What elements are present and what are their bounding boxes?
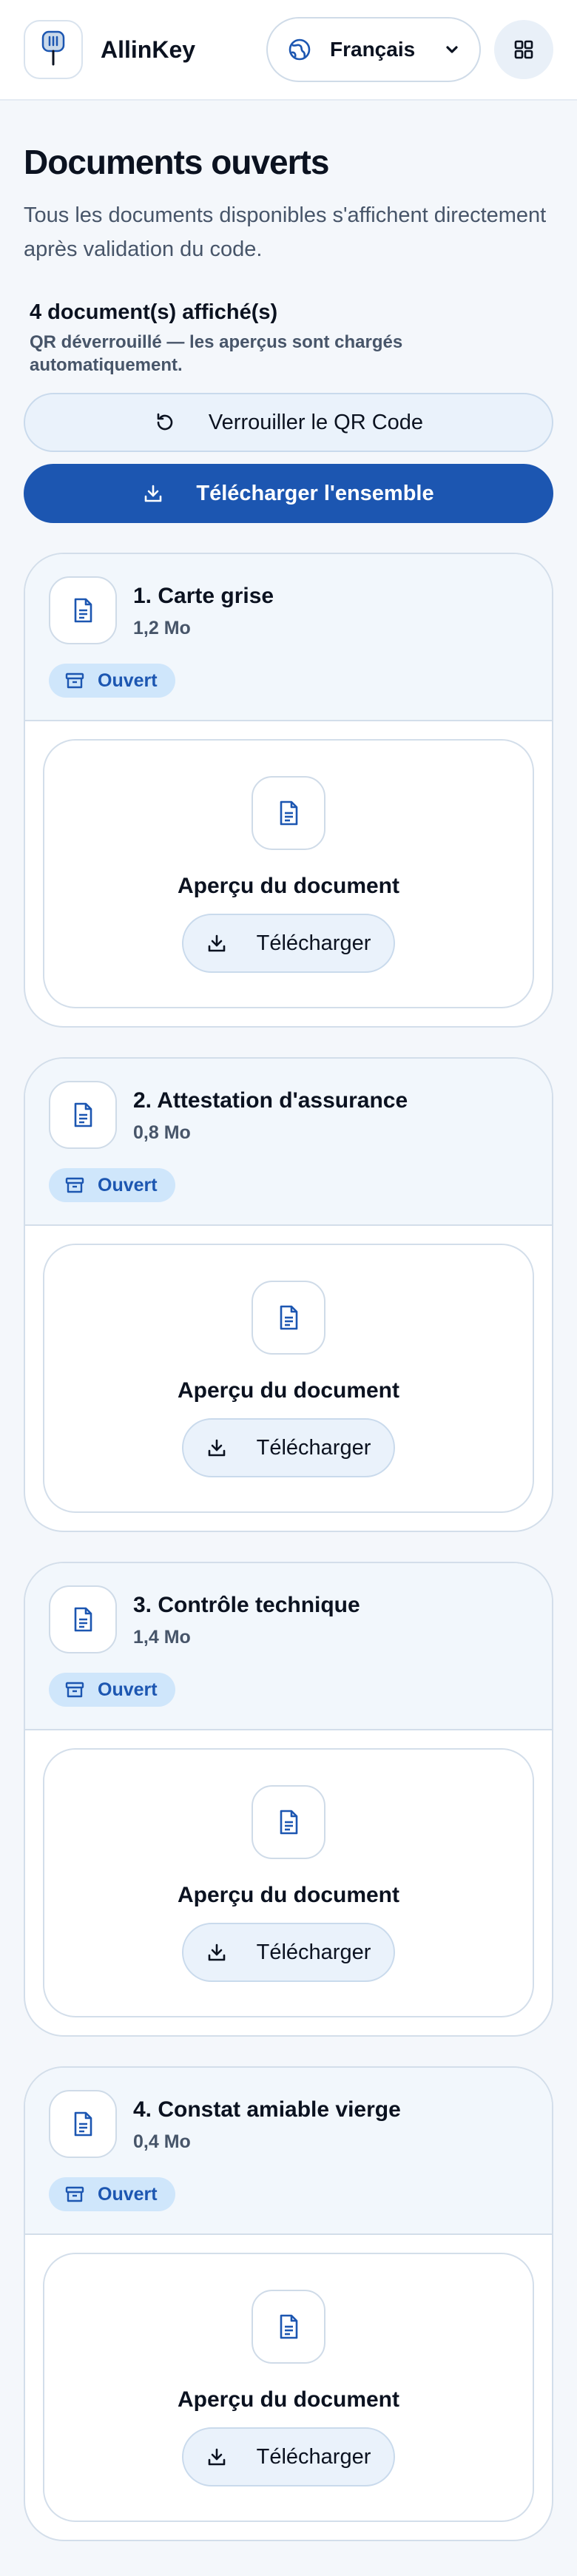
document-card: 3. Contrôle technique 1,4 Mo Ouvert Aper… (24, 1562, 553, 2037)
document-title: 3. Contrôle technique (133, 1593, 360, 1617)
file-icon-box (49, 576, 117, 644)
file-text-icon (71, 597, 95, 624)
grid-icon (513, 38, 535, 61)
document-title: 4. Constat amiable vierge (133, 2097, 401, 2122)
status-badge: Ouvert (49, 1673, 175, 1707)
lock-qr-button[interactable]: Verrouiller le QR Code (24, 393, 553, 452)
preview-label: Aperçu du document (177, 874, 399, 898)
unlocked-note: QR déverrouillé — les aperçus sont charg… (30, 332, 403, 375)
status-badge: Ouvert (49, 2177, 175, 2211)
status-label: Ouvert (98, 1679, 158, 1700)
document-card: 2. Attestation d'assurance 0,8 Mo Ouvert (24, 1057, 553, 1532)
document-card: 4. Constat amiable vierge 0,4 Mo Ouvert (24, 2066, 553, 2541)
status-label: Ouvert (98, 2183, 158, 2205)
document-size: 1,2 Mo (133, 618, 191, 638)
page-title: Documents ouverts (24, 143, 329, 181)
chevron-down-icon (444, 41, 460, 58)
language-label: Français (330, 38, 416, 61)
download-icon (206, 1437, 227, 1458)
rotate-ccw-icon (154, 411, 176, 434)
file-text-icon (71, 2111, 95, 2137)
status-label: Ouvert (98, 670, 158, 691)
file-text-icon (277, 2313, 300, 2340)
file-icon-box (49, 2090, 117, 2158)
document-count: 4 document(s) affiché(s) (30, 300, 278, 324)
globe-icon (287, 37, 312, 62)
document-preview[interactable]: Aperçu du document Télécharger (43, 1244, 534, 1513)
preview-file-icon-box (252, 2290, 325, 2364)
download-all-button[interactable]: Télécharger l'ensemble (24, 464, 553, 523)
app-header: AllinKey Français (0, 0, 577, 101)
preview-label: Aperçu du document (177, 1883, 399, 1907)
document-list: 1. Carte grise 1,2 Mo Ouvert Aperçu du d… (24, 553, 553, 2541)
status-badge: Ouvert (49, 1168, 175, 1202)
document-size: 0,8 Mo (133, 1122, 191, 1143)
document-preview[interactable]: Aperçu du document Télécharger (43, 1748, 534, 2017)
document-preview[interactable]: Aperçu du document Télécharger (43, 2253, 534, 2522)
download-label: Télécharger (256, 931, 371, 955)
apps-menu-button[interactable] (494, 20, 553, 79)
document-card-header: 1. Carte grise 1,2 Mo Ouvert (25, 554, 552, 721)
logo[interactable] (24, 20, 83, 79)
file-text-icon (277, 1809, 300, 1835)
document-card-header: 2. Attestation d'assurance 0,8 Mo Ouvert (25, 1059, 552, 1226)
document-download-button[interactable]: Télécharger (182, 914, 395, 973)
document-size: 0,4 Mo (133, 2131, 191, 2152)
preview-file-icon-box (252, 1281, 325, 1355)
download-icon (206, 2447, 227, 2467)
download-icon (143, 483, 163, 504)
document-download-button[interactable]: Télécharger (182, 1418, 395, 1477)
download-label: Télécharger (256, 1435, 371, 1460)
language-select[interactable]: Français (266, 17, 481, 82)
file-text-icon (71, 1102, 95, 1128)
lock-qr-label: Verrouiller le QR Code (208, 410, 424, 434)
file-text-icon (71, 1606, 95, 1633)
status-label: Ouvert (98, 1174, 158, 1196)
key-tag-icon (36, 29, 70, 71)
download-label: Télécharger (256, 2444, 371, 2469)
document-title: 2. Attestation d'assurance (133, 1088, 408, 1113)
preview-file-icon-box (252, 1785, 325, 1859)
page-description: Tous les documents disponibles s'affiche… (24, 203, 547, 261)
document-download-button[interactable]: Télécharger (182, 2427, 395, 2486)
document-size: 1,4 Mo (133, 1627, 191, 1648)
archive-icon (65, 1681, 84, 1699)
preview-file-icon-box (252, 776, 325, 850)
document-title: 1. Carte grise (133, 584, 274, 608)
document-download-button[interactable]: Télécharger (182, 1923, 395, 1982)
archive-icon (65, 672, 84, 689)
file-icon-box (49, 1585, 117, 1653)
document-card-header: 3. Contrôle technique 1,4 Mo Ouvert (25, 1563, 552, 1730)
download-all-label: Télécharger l'ensemble (196, 481, 434, 505)
file-icon-box (49, 1081, 117, 1149)
preview-label: Aperçu du document (177, 1378, 399, 1403)
document-card-header: 4. Constat amiable vierge 0,4 Mo Ouvert (25, 2068, 552, 2235)
document-card: 1. Carte grise 1,2 Mo Ouvert Aperçu du d… (24, 553, 553, 1028)
file-text-icon (277, 1304, 300, 1331)
file-text-icon (277, 800, 300, 826)
download-icon (206, 933, 227, 954)
preview-label: Aperçu du document (177, 2387, 399, 2412)
download-label: Télécharger (256, 1940, 371, 1964)
archive-icon (65, 2185, 84, 2203)
app-name: AllinKey (101, 36, 196, 63)
document-preview[interactable]: Aperçu du document Télécharger (43, 739, 534, 1008)
main-content: Documents ouverts Tous les documents dis… (0, 101, 577, 2541)
status-badge: Ouvert (49, 664, 175, 698)
archive-icon (65, 1176, 84, 1194)
download-icon (206, 1942, 227, 1963)
